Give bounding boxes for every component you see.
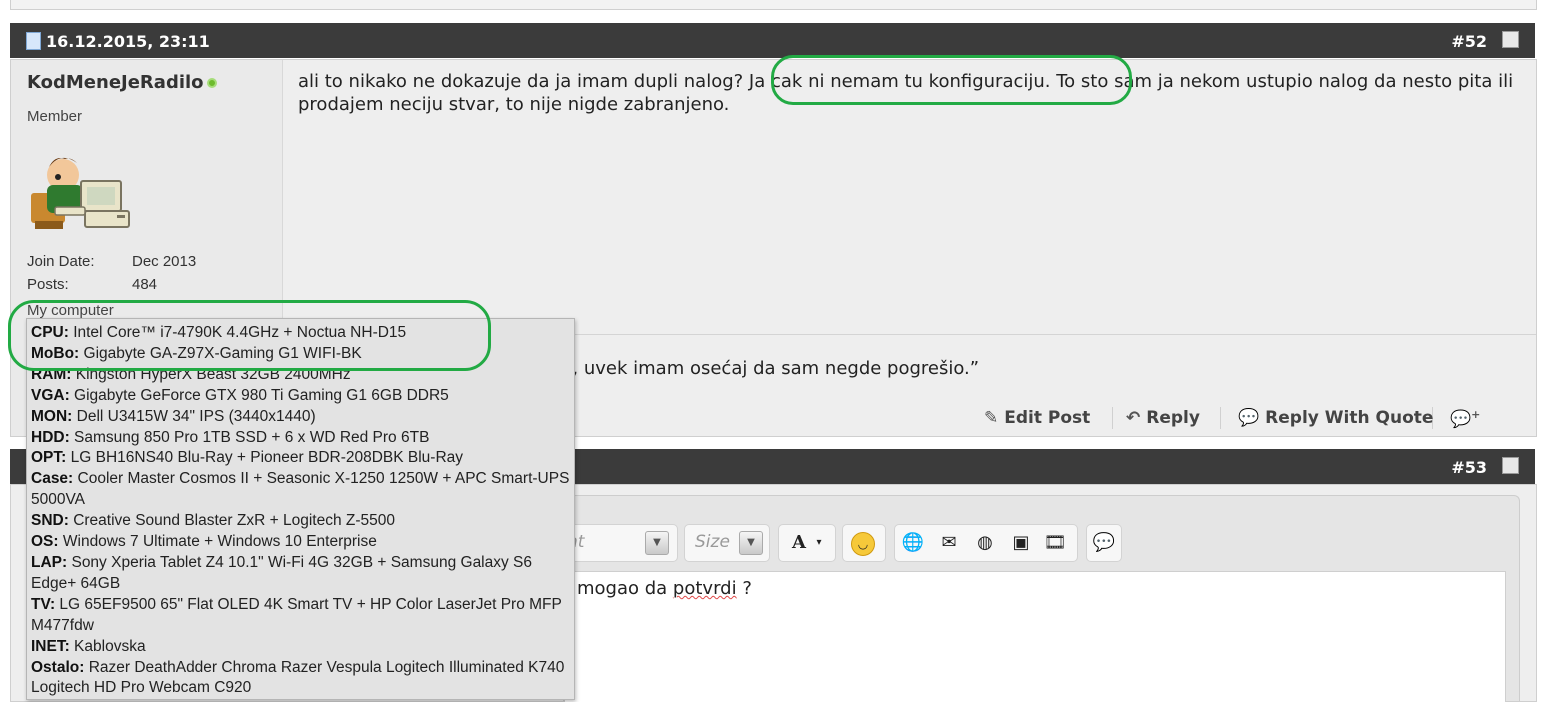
my-computer-toggle[interactable]: My computer bbox=[27, 302, 114, 319]
post-message: ali to nikako ne dokazuje da ja imam dup… bbox=[298, 71, 1514, 115]
reply-text: mogao da potvrdi ? bbox=[577, 578, 752, 599]
computer-spec-value: Samsung 850 Pro 1TB SSD + 6 x WD Red Pro… bbox=[69, 428, 430, 446]
previous-post-footer bbox=[10, 0, 1537, 10]
font-select[interactable]: nt ▼ bbox=[564, 524, 678, 562]
computer-spec-label: INET: bbox=[31, 637, 70, 655]
post-header: 16.12.2015, 23:11 #52 bbox=[10, 23, 1535, 58]
computer-spec-row: OS: Windows 7 Ultimate + Windows 10 Ente… bbox=[27, 532, 574, 553]
computer-spec-value: Sony Xperia Tablet Z4 10.1" Wi-Fi 4G 32G… bbox=[31, 553, 533, 592]
computer-spec-label: VGA: bbox=[31, 386, 70, 404]
post-date: 16.12.2015, 23:11 bbox=[46, 32, 210, 51]
pencil-icon: ✎ bbox=[984, 408, 999, 428]
reply-with-quote-button[interactable]: 💬 Reply With Quote bbox=[1238, 408, 1433, 428]
computer-spec-row: INET: Kablovska bbox=[27, 637, 574, 658]
computer-spec-row: VGA: Gigabyte GeForce GTX 980 Ti Gaming … bbox=[27, 386, 574, 407]
username-link[interactable]: KodMeneJeRadilo bbox=[27, 72, 204, 93]
computer-spec-label: SND: bbox=[31, 512, 69, 530]
email-icon[interactable]: ✉ bbox=[937, 531, 961, 555]
smilies-button[interactable]: ◡ bbox=[842, 524, 886, 562]
smiley-icon: ◡ bbox=[851, 532, 875, 556]
computer-spec-row: Case: Cooler Master Cosmos II + Seasonic… bbox=[27, 469, 574, 511]
post-actions: ✎ Edit Post ↶ Reply 💬 Reply With Quote 💬+ bbox=[980, 404, 1520, 430]
quote-icon[interactable]: 💬 bbox=[1092, 531, 1116, 555]
chevron-down-icon: ▾ bbox=[816, 537, 822, 548]
posts-label: Posts: bbox=[27, 276, 69, 293]
computer-spec-list: CPU: Intel Core™ i7-4790K 4.4GHz + Noctu… bbox=[27, 323, 574, 699]
computer-spec-row: SND: Creative Sound Blaster ZxR + Logite… bbox=[27, 511, 574, 532]
post-number-link[interactable]: #52 bbox=[1451, 32, 1487, 51]
computer-spec-value: Kingston HyperX Beast 32GB 2400MHz bbox=[71, 365, 351, 383]
edit-post-label: Edit Post bbox=[1004, 408, 1091, 428]
reply-editor: nt ▼ Size ▼ A ▾ ◡ 🌐 ✉ ◍ ▣ 🎞 💬 mogao da p… bbox=[563, 495, 1520, 702]
computer-spec-value: Creative Sound Blaster ZxR + Logitech Z-… bbox=[68, 512, 395, 530]
avatar[interactable] bbox=[25, 145, 139, 237]
video-icon[interactable]: 🎞 bbox=[1043, 531, 1067, 555]
join-date-label: Join Date: bbox=[27, 253, 95, 270]
post-select-checkbox[interactable] bbox=[1502, 31, 1519, 48]
computer-spec-row: RAM: Kingston HyperX Beast 32GB 2400MHz bbox=[27, 365, 574, 386]
reply-text-prefix: mogao da bbox=[577, 578, 673, 599]
edit-post-button[interactable]: ✎ Edit Post bbox=[984, 408, 1090, 428]
reply-text-misspelled: potvrdi bbox=[672, 578, 737, 599]
computer-spec-value: Gigabyte GeForce GTX 980 Ti Gaming G1 6G… bbox=[69, 386, 449, 404]
computer-spec-value: Razer DeathAdder Chroma Razer Vespula Lo… bbox=[31, 658, 565, 697]
computer-spec-label: CPU: bbox=[31, 324, 69, 341]
computer-spec-label: MoBo: bbox=[31, 344, 80, 362]
computer-spec-label: Ostalo: bbox=[31, 658, 85, 676]
user-title: Member bbox=[27, 108, 83, 125]
computer-spec-row: CPU: Intel Core™ i7-4790K 4.4GHz + Noctu… bbox=[27, 323, 574, 344]
online-status-icon bbox=[207, 78, 217, 88]
computer-spec-value: LG BH16NS40 Blu-Ray + Pioneer BDR-208DBK… bbox=[66, 449, 464, 467]
editor-toolbar: nt ▼ Size ▼ A ▾ ◡ 🌐 ✉ ◍ ▣ 🎞 💬 bbox=[564, 518, 1519, 564]
insert-group: 🌐 ✉ ◍ ▣ 🎞 bbox=[894, 524, 1078, 562]
computer-spec-label: Case: bbox=[31, 470, 74, 488]
signature-text: n, uvek imam osećaj da sam negde pogreši… bbox=[561, 358, 980, 379]
size-dropdown-button[interactable]: ▼ bbox=[739, 531, 763, 555]
computer-spec-value: Windows 7 Ultimate + Windows 10 Enterpri… bbox=[58, 533, 377, 551]
computer-spec-row: Ostalo: Razer DeathAdder Chroma Razer Ve… bbox=[27, 658, 574, 700]
computer-spec-value: Kablovska bbox=[69, 637, 146, 655]
reply-button[interactable]: ↶ Reply bbox=[1126, 408, 1200, 428]
multi-quote-icon: 💬+ bbox=[1450, 408, 1481, 430]
computer-spec-label: LAP: bbox=[31, 553, 68, 571]
my-computer-popup: CPU: Intel Core™ i7-4790K 4.4GHz + Noctu… bbox=[26, 318, 575, 700]
size-select-placeholder: Size bbox=[695, 532, 730, 552]
post-select-checkbox-53[interactable] bbox=[1502, 457, 1519, 474]
multi-quote-button[interactable]: 💬+ bbox=[1450, 408, 1486, 430]
computer-spec-label: OS: bbox=[31, 533, 59, 551]
link-icon[interactable]: 🌐 bbox=[901, 531, 925, 555]
computer-spec-label: OPT: bbox=[31, 449, 67, 467]
size-select[interactable]: Size ▼ bbox=[684, 524, 770, 562]
computer-spec-value: Cooler Master Cosmos II + Seasonic X-125… bbox=[31, 470, 570, 509]
computer-spec-row: TV: LG 65EF9500 65" Flat OLED 4K Smart T… bbox=[27, 595, 574, 637]
reply-text-suffix: ? bbox=[736, 578, 752, 599]
computer-spec-label: MON: bbox=[31, 407, 73, 425]
reply-arrow-icon: ↶ bbox=[1126, 408, 1141, 428]
font-dropdown-button[interactable]: ▼ bbox=[645, 531, 669, 555]
image-icon[interactable]: ▣ bbox=[1009, 531, 1033, 555]
computer-spec-value: Dell U3415W 34" IPS (3440x1440) bbox=[72, 407, 316, 425]
computer-spec-row: MoBo: Gigabyte GA-Z97X-Gaming G1 WIFI-BK bbox=[27, 344, 574, 365]
computer-spec-value: LG 65EF9500 65" Flat OLED 4K Smart TV + … bbox=[31, 595, 562, 634]
computer-spec-label: HDD: bbox=[31, 428, 70, 446]
join-date-value: Dec 2013 bbox=[132, 253, 197, 270]
computer-spec-row: OPT: LG BH16NS40 Blu-Ray + Pioneer BDR-2… bbox=[27, 448, 574, 469]
text-color-button[interactable]: A ▾ bbox=[778, 524, 836, 562]
computer-spec-label: RAM: bbox=[31, 365, 72, 383]
quote-group: 💬 bbox=[1086, 524, 1122, 562]
computer-spec-row: HDD: Samsung 850 Pro 1TB SSD + 6 x WD Re… bbox=[27, 428, 574, 449]
reply-with-quote-label: Reply With Quote bbox=[1265, 408, 1434, 428]
quote-bubble-icon: 💬 bbox=[1238, 408, 1260, 428]
unlink-icon[interactable]: ◍ bbox=[973, 531, 997, 555]
computer-spec-row: LAP: Sony Xperia Tablet Z4 10.1" Wi-Fi 4… bbox=[27, 553, 574, 595]
computer-spec-value: Intel Core™ i7-4790K 4.4GHz + Noctua NH-… bbox=[68, 324, 407, 341]
reply-label: Reply bbox=[1146, 408, 1200, 428]
post-number-link-53[interactable]: #53 bbox=[1451, 458, 1487, 477]
computer-spec-row: MON: Dell U3415W 34" IPS (3440x1440) bbox=[27, 407, 574, 428]
computer-spec-label: TV: bbox=[31, 595, 56, 613]
computer-spec-value: Gigabyte GA-Z97X-Gaming G1 WIFI-BK bbox=[79, 344, 362, 362]
post-document-icon bbox=[26, 32, 41, 50]
posts-count: 484 bbox=[132, 276, 158, 293]
reply-textarea[interactable]: mogao da potvrdi ? bbox=[564, 571, 1506, 702]
